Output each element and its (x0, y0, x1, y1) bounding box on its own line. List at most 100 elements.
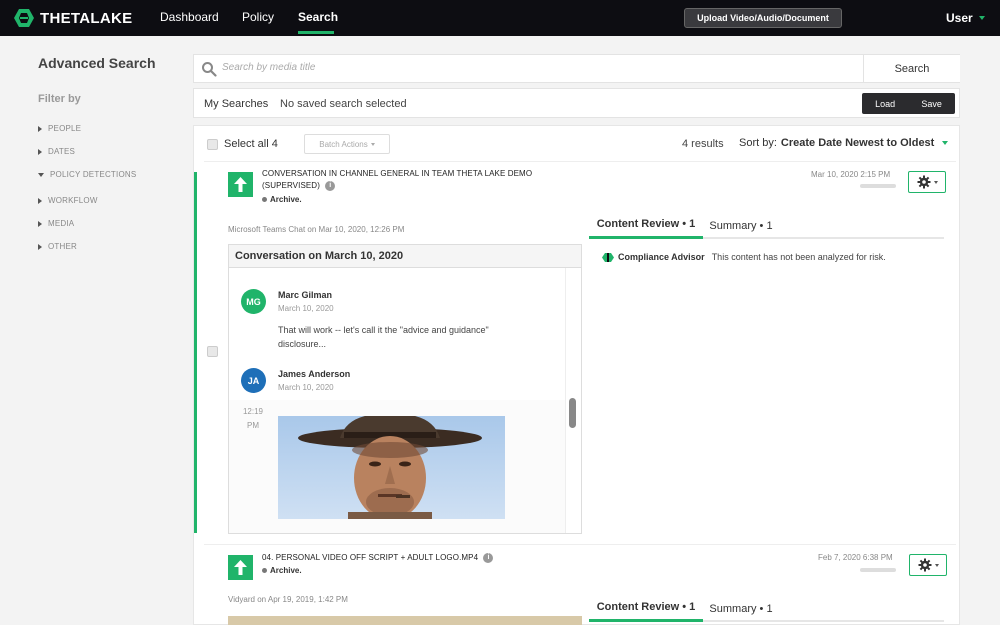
arrow-up-icon (228, 555, 253, 580)
nav-policy[interactable]: Policy (242, 10, 274, 24)
gear-icon (918, 558, 931, 572)
results-panel: Select all 4 Batch Actions 4 results Sor… (193, 125, 960, 625)
message-time-period: PM (247, 421, 259, 430)
filter-policy-detections-label: POLICY DETECTIONS (50, 170, 137, 179)
caret-down-icon (38, 172, 44, 177)
brand-logo[interactable]: THETALAKE (14, 9, 132, 27)
result-title-line2: (SUPERVISED) (262, 181, 320, 190)
result-title-line1: 04. PERSONAL VIDEO OFF SCRIPT + ADULT LO… (262, 553, 479, 562)
caret-right-icon (38, 148, 42, 155)
nav-active-indicator (298, 31, 334, 34)
message-text: That will work -- let's call it the "adv… (278, 325, 489, 349)
load-button[interactable]: Load (875, 99, 895, 109)
select-all-checkbox[interactable] (207, 138, 218, 150)
message-image[interactable] (278, 416, 505, 519)
message-date: March 10, 2020 (278, 383, 334, 392)
nav-dashboard[interactable]: Dashboard (160, 10, 219, 24)
message-time-hour: 12:19 (242, 407, 264, 416)
compliance-advisor-text: This content has not been analyzed for r… (711, 252, 886, 262)
tab-content-review[interactable]: Content Review • 1 (589, 595, 703, 622)
result-tabs: Content Review • 1 Summary • 1 (589, 212, 944, 239)
saved-search-select[interactable]: No saved search selected (280, 98, 407, 110)
compliance-advisor-row: Compliance Advisor This content has not … (602, 252, 886, 262)
result-checkbox[interactable] (207, 346, 218, 357)
filter-workflow-label: WORKFLOW (48, 196, 98, 205)
status-badge: Archive. (262, 566, 302, 575)
result-tabs: Content Review • 1 Summary • 1 (589, 595, 944, 622)
search-input[interactable] (222, 62, 822, 73)
filter-other[interactable]: OTHER (38, 242, 77, 251)
result-source: Microsoft Teams Chat on Mar 10, 2020, 12… (228, 225, 405, 234)
sort-dropdown[interactable]: Sort by: Create Date Newest to Oldest (739, 137, 949, 149)
filter-dates[interactable]: DATES (38, 147, 75, 156)
compliance-advisor-label: Compliance Advisor (618, 252, 705, 262)
result-title-line1: CONVERSATION IN CHANNEL GENERAL IN TEAM … (262, 169, 533, 178)
user-label: User (946, 11, 973, 25)
filter-media-label: MEDIA (48, 219, 75, 228)
placeholder-bar (860, 184, 896, 188)
status-dot-icon (262, 568, 267, 573)
result-date: Feb 7, 2020 6:38 PM (818, 553, 893, 562)
caret-right-icon (38, 220, 42, 227)
chevron-down-icon (933, 180, 938, 184)
gear-icon (917, 175, 930, 189)
filter-policy-detections[interactable]: POLICY DETECTIONS (38, 170, 136, 179)
result-title[interactable]: 04. PERSONAL VIDEO OFF SCRIPT + ADULT LO… (262, 552, 582, 564)
compliance-advisor-icon (602, 252, 614, 262)
message-date: March 10, 2020 (278, 304, 334, 313)
caret-right-icon (38, 243, 42, 250)
caret-right-icon (38, 125, 42, 132)
load-save-group: Load Save (862, 93, 955, 114)
tab-summary[interactable]: Summary • 1 (703, 212, 779, 239)
top-navbar: THETALAKE Dashboard Policy Search Upload… (0, 0, 1000, 36)
page-title: Advanced Search (38, 55, 156, 71)
search-icon (202, 62, 217, 77)
sort-value: Create Date Newest to Oldest (780, 137, 935, 149)
info-icon[interactable]: i (483, 552, 494, 563)
status-badge: Archive. (262, 195, 302, 204)
message-author: James Anderson (278, 369, 351, 379)
media-preview[interactable] (228, 616, 582, 625)
search-button[interactable]: Search (863, 55, 960, 82)
select-all-label: Select all 4 (224, 138, 278, 150)
my-searches-bar: My Searches No saved search selected Loa… (193, 88, 960, 118)
caret-right-icon (38, 197, 42, 204)
tab-content-review[interactable]: Content Review • 1 (589, 212, 703, 239)
result-date: Mar 10, 2020 2:15 PM (811, 170, 891, 179)
filter-by-label: Filter by (38, 93, 81, 105)
divider (204, 161, 956, 162)
my-searches-label: My Searches (204, 98, 269, 110)
divider (204, 544, 956, 545)
filter-dates-label: DATES (48, 147, 76, 156)
settings-button[interactable] (909, 554, 947, 576)
filter-media[interactable]: MEDIA (38, 219, 74, 228)
arrow-up-icon (228, 172, 253, 197)
scrollbar-thumb[interactable] (569, 398, 576, 428)
status-label: Archive. (270, 566, 302, 575)
filter-people-label: PEOPLE (48, 124, 82, 133)
conversation-title: Conversation on March 10, 2020 (229, 245, 581, 268)
theta-lake-logo-icon (14, 9, 34, 27)
avatar: JA (241, 368, 266, 393)
select-all[interactable]: Select all 4 (207, 138, 278, 150)
upload-button[interactable]: Upload Video/Audio/Document (684, 8, 842, 28)
info-icon[interactable]: i (325, 180, 336, 191)
filter-people[interactable]: PEOPLE (38, 124, 81, 133)
filter-workflow[interactable]: WORKFLOW (38, 196, 98, 205)
chevron-down-icon (942, 141, 949, 145)
filter-other-label: OTHER (48, 242, 77, 251)
batch-actions-button[interactable]: Batch Actions (304, 134, 390, 154)
status-dot-icon (262, 197, 267, 202)
results-count: 4 results (682, 138, 724, 150)
save-button[interactable]: Save (921, 99, 942, 109)
nav-search[interactable]: Search (298, 10, 338, 24)
avatar: MG (241, 289, 266, 314)
message-time: 12:19 PM (241, 405, 265, 433)
result-title[interactable]: CONVERSATION IN CHANNEL GENERAL IN TEAM … (262, 168, 562, 192)
sort-label: Sort by: (739, 137, 777, 149)
tab-summary[interactable]: Summary • 1 (703, 595, 779, 622)
user-menu[interactable]: User (946, 11, 985, 25)
search-bar: Search (193, 54, 960, 83)
selected-result-indicator (194, 172, 197, 533)
settings-button[interactable] (908, 171, 946, 193)
